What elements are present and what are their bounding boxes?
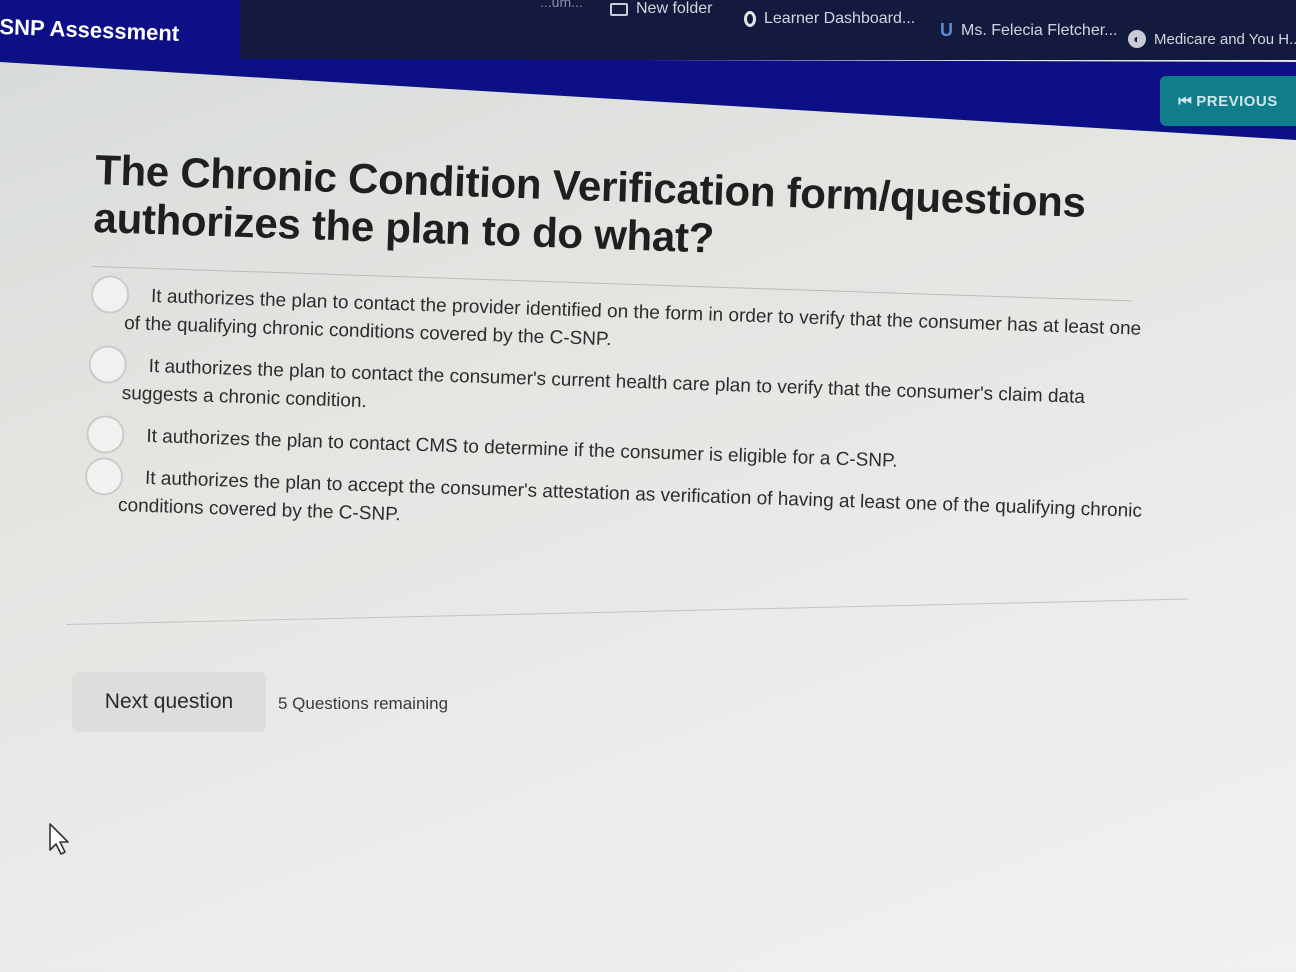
bookmark-label: New folder — [636, 0, 713, 17]
magnet-icon: U — [940, 20, 953, 40]
question-panel: The Chronic Condition Verification form/… — [83, 146, 1155, 568]
bookmark-label: Learner Dashboard... — [764, 10, 916, 27]
globe-icon: ◐ — [1128, 30, 1146, 48]
answer-options: It authorizes the plan to contact the pr… — [84, 274, 1151, 554]
bookmark-medicare[interactable]: ◐ Medicare and You H... — [1128, 30, 1296, 48]
mouse-cursor-icon — [49, 823, 69, 855]
bookmark-new-folder[interactable]: New folder — [610, 0, 712, 18]
bookmark-felecia-fletcher[interactable]: U Ms. Felecia Fletcher... — [940, 20, 1118, 41]
previous-label: PREVIOUS — [1196, 92, 1278, 110]
bookmark-partial[interactable]: ...um... — [540, 0, 583, 10]
bookmark-label: Medicare and You H... — [1154, 30, 1296, 48]
next-question-button[interactable]: Next question — [72, 672, 266, 732]
previous-button[interactable]: ⏮ PREVIOUS — [1160, 76, 1296, 126]
footer-divider — [66, 598, 1188, 625]
questions-remaining: 5 Questions remaining — [278, 694, 449, 713]
skip-back-icon: ⏮ — [1178, 92, 1193, 110]
question-title: The Chronic Condition Verification form/… — [92, 146, 1087, 262]
bookmark-learner-dashboard[interactable]: Learner Dashboard... — [744, 10, 915, 28]
folder-icon — [610, 2, 628, 16]
learner-icon — [744, 11, 756, 27]
bookmark-label: Ms. Felecia Fletcher... — [961, 21, 1118, 39]
